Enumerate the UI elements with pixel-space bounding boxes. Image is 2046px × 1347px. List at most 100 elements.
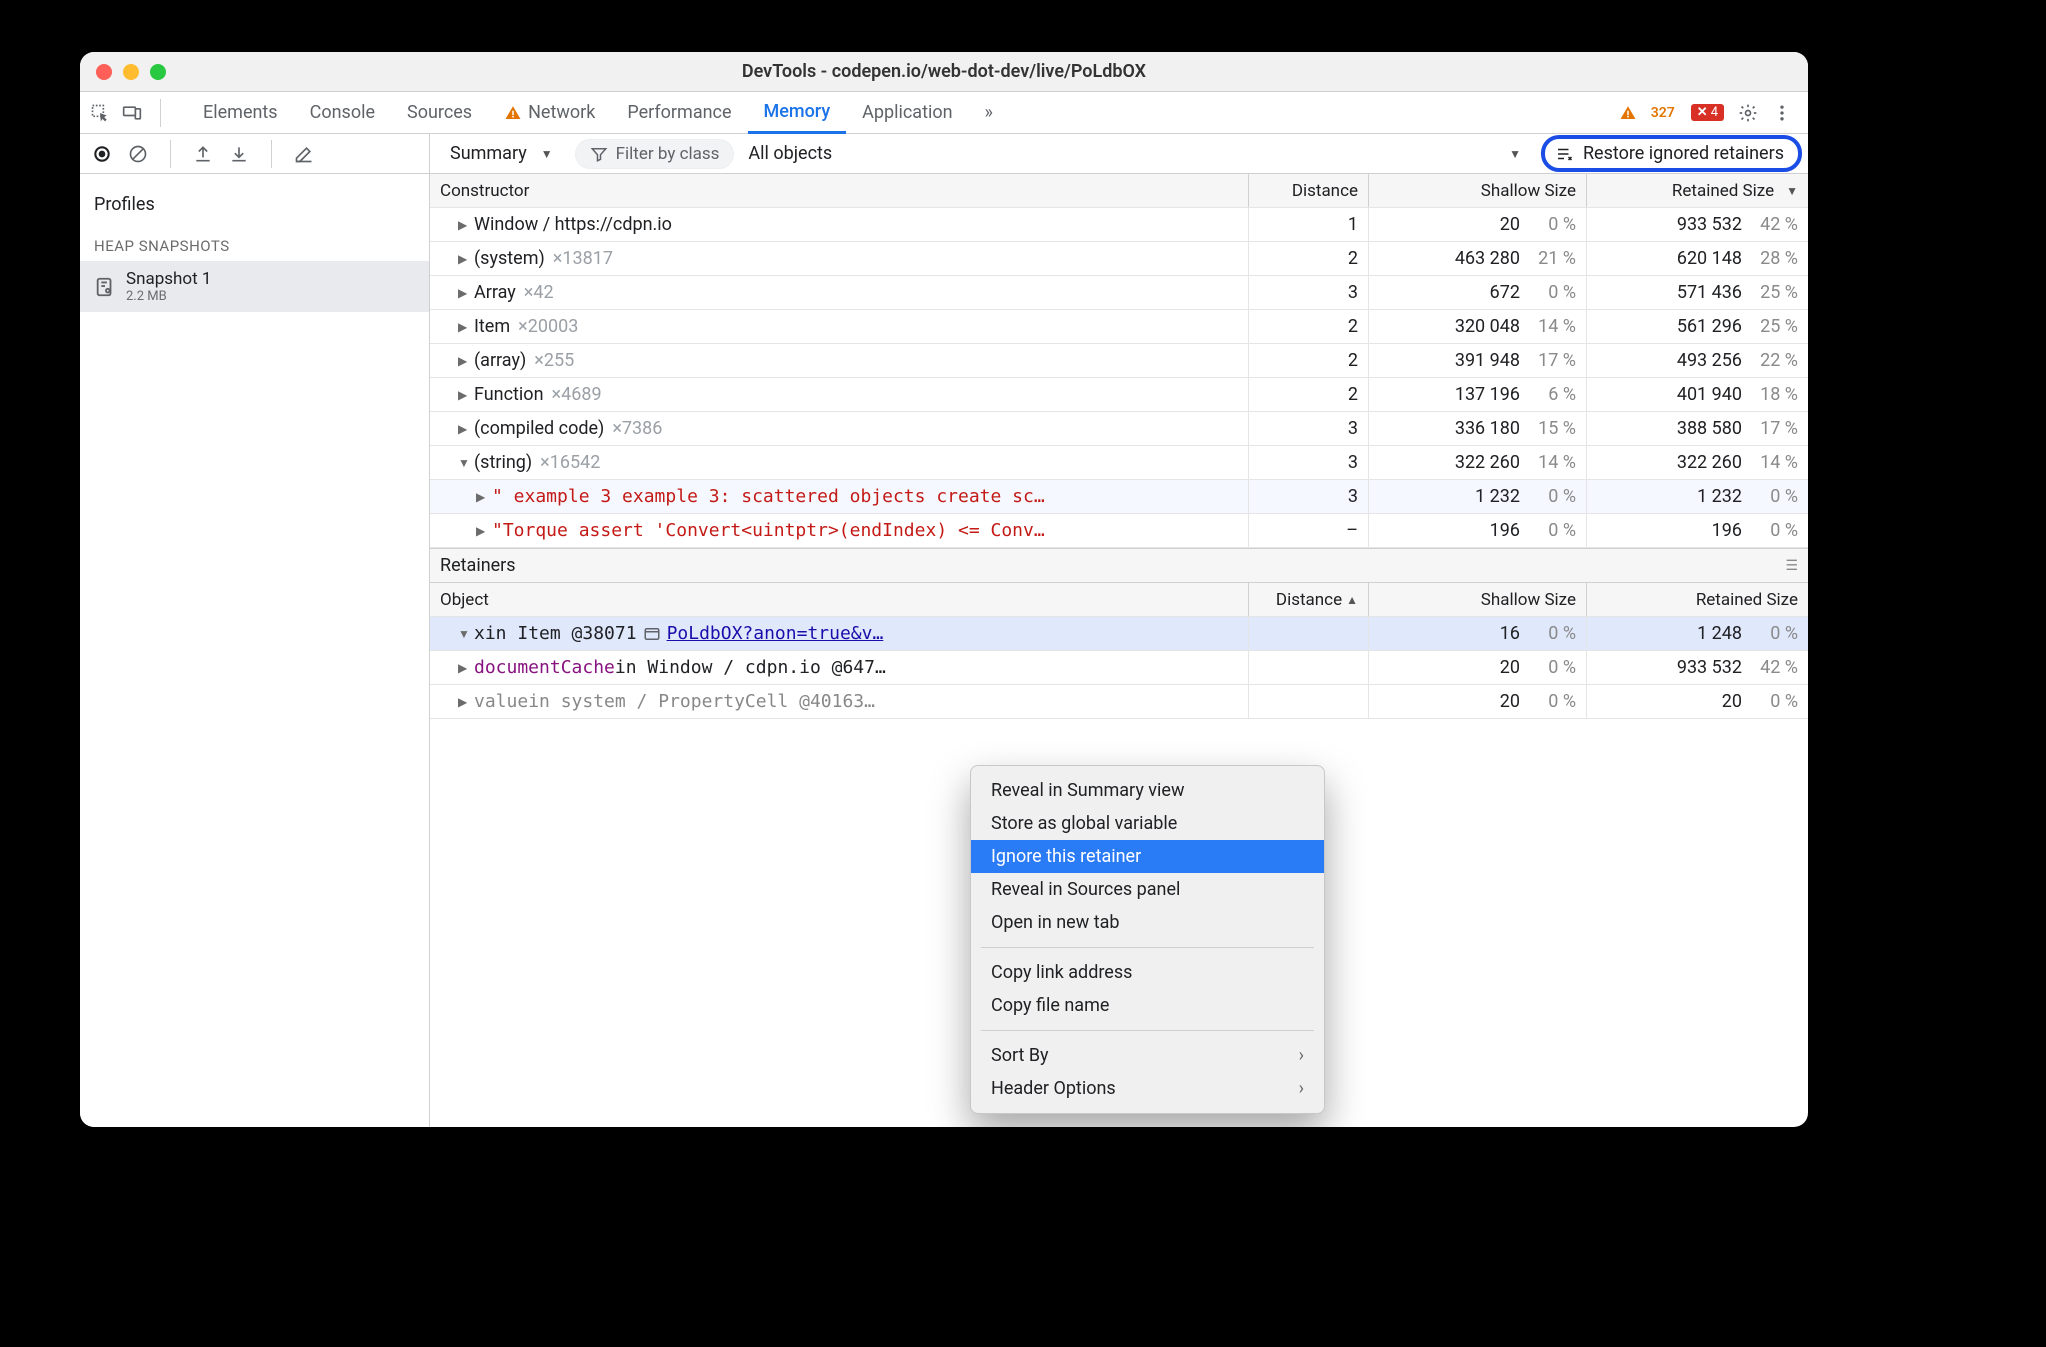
warning-count[interactable]: 327 [1651,105,1675,121]
memory-toolbar: Summary ▼ Filter by class All objects ▼ … [80,134,1808,174]
retainers-section-header[interactable]: Retainers ☰ [430,548,1808,583]
sort-desc-icon: ▼ [1786,184,1798,198]
profiles-sidebar: Profiles HEAP SNAPSHOTS Snapshot 1 2.2 M… [80,174,430,1127]
tab-sources[interactable]: Sources [391,92,488,133]
table-row[interactable]: ▶Array×4236720 %571 43625 % [430,276,1808,310]
snapshot-name: Snapshot 1 [126,269,211,289]
view-select[interactable]: Summary ▼ [442,139,561,168]
titlebar[interactable]: DevTools - codepen.io/web-dot-dev/live/P… [80,52,1808,92]
more-tabs-button[interactable]: » [969,92,1009,133]
chevron-down-icon: ▼ [541,147,553,161]
error-x-icon: ✕ [1697,105,1708,120]
col-shallow[interactable]: Shallow Size [1368,583,1586,616]
kebab-menu-icon[interactable] [1772,103,1792,123]
table-row[interactable]: ▼x in Item @38071 PoLdbOX?anon=true&v…16… [430,617,1808,651]
disclosure-icon[interactable]: ▶ [458,661,468,675]
tab-network[interactable]: Network [488,92,611,133]
warning-icon [504,104,522,122]
chevron-down-icon: ▼ [1509,147,1521,161]
delete-icon[interactable] [294,144,314,164]
disclosure-icon[interactable]: ▶ [458,354,468,368]
disclosure-icon[interactable]: ▶ [458,286,468,300]
object-filter-select[interactable]: All objects [748,143,832,164]
menu-item[interactable]: Store as global variable [971,807,1324,840]
restore-ignored-retainers-button[interactable]: Restore ignored retainers [1541,135,1802,172]
table-row[interactable]: ▶Window / https://cdpn.io1200 %933 53242… [430,208,1808,242]
tab-memory[interactable]: Memory [748,92,847,134]
menu-item[interactable]: Ignore this retainer [971,840,1324,873]
tab-elements[interactable]: Elements [187,92,294,133]
disclosure-icon[interactable]: ▼ [458,627,468,641]
chevron-right-icon: › [1299,1078,1304,1099]
col-retained[interactable]: Retained Size ▼ [1586,174,1808,207]
tab-console[interactable]: Console [294,92,391,133]
maximize-window-button[interactable] [150,64,166,80]
download-icon[interactable] [229,144,249,164]
disclosure-icon[interactable]: ▶ [458,695,468,709]
tab-performance[interactable]: Performance [611,92,747,133]
menu-item[interactable]: Copy link address [971,956,1324,989]
menu-separator [981,1030,1314,1031]
menu-item[interactable]: Sort By› [971,1039,1324,1072]
disclosure-icon[interactable]: ▶ [458,320,468,334]
devtools-window: DevTools - codepen.io/web-dot-dev/live/P… [80,52,1808,1127]
table-row[interactable]: ▶(array)×2552391 94817 %493 25622 % [430,344,1808,378]
disclosure-icon[interactable]: ▶ [476,524,486,538]
filter-icon [590,145,608,163]
menu-separator [981,947,1314,948]
table-row[interactable]: ▶documentCache in Window / cdpn.io @647…… [430,651,1808,685]
menu-item[interactable]: Header Options› [971,1072,1324,1105]
disclosure-icon[interactable]: ▶ [458,252,468,266]
disclosure-icon[interactable]: ▼ [458,456,468,470]
col-retained[interactable]: Retained Size [1586,583,1808,616]
table-row[interactable]: ▶Function×46892137 1966 %401 94018 % [430,378,1808,412]
table-row[interactable]: ▶(compiled code)×73863336 18015 %388 580… [430,412,1808,446]
snapshot-size: 2.2 MB [126,289,211,304]
warning-icon[interactable] [1619,104,1637,122]
table-row[interactable]: ▼(string)×165423322 26014 %322 26014 % [430,446,1808,480]
menu-item[interactable]: Copy file name [971,989,1324,1022]
menu-item[interactable]: Reveal in Sources panel [971,873,1324,906]
disclosure-icon[interactable]: ▶ [458,422,468,436]
right-status: 327 ✕ 4 [1619,92,1798,133]
table-row[interactable]: ▶Item×200032320 04814 %561 29625 % [430,310,1808,344]
close-window-button[interactable] [96,64,112,80]
table-row[interactable]: ▶" example 3 example 3: scattered object… [430,480,1808,514]
minimize-window-button[interactable] [123,64,139,80]
error-badge[interactable]: ✕ 4 [1691,104,1724,121]
col-distance[interactable]: Distance [1248,174,1368,207]
source-link[interactable]: PoLdbOX?anon=true&v… [667,623,884,644]
window-controls [96,64,166,80]
menu-item[interactable]: Open in new tab [971,906,1324,939]
gear-icon[interactable] [1738,103,1758,123]
hamburger-icon[interactable]: ☰ [1785,558,1798,574]
clear-icon[interactable] [128,144,148,164]
upload-icon[interactable] [193,144,213,164]
col-shallow[interactable]: Shallow Size [1368,174,1586,207]
snapshot-icon [94,276,116,298]
heap-snapshots-heading: HEAP SNAPSHOTS [80,225,429,261]
filter-input[interactable]: Filter by class [575,139,735,169]
menu-item[interactable]: Reveal in Summary view [971,774,1324,807]
snapshot-item[interactable]: Snapshot 1 2.2 MB [80,261,429,312]
context-menu[interactable]: Reveal in Summary viewStore as global va… [970,765,1325,1114]
col-constructor[interactable]: Constructor [430,174,1248,207]
col-distance[interactable]: Distance ▲ [1248,583,1368,616]
restore-icon [1555,145,1573,163]
retainers-header-row: Object Distance ▲ Shallow Size Retained … [430,583,1808,617]
device-toolbar-icon[interactable] [122,103,142,123]
record-icon[interactable] [92,144,112,164]
disclosure-icon[interactable]: ▶ [458,388,468,402]
disclosure-icon[interactable]: ▶ [476,490,486,504]
inspect-element-icon[interactable] [90,103,110,123]
table-row[interactable]: ▶(system)×138172463 28021 %620 14828 % [430,242,1808,276]
table-row[interactable]: ▶"Torque assert 'Convert<uintptr>(endInd… [430,514,1808,548]
disclosure-icon[interactable]: ▶ [458,218,468,232]
col-object[interactable]: Object [430,583,1248,616]
main-tabstrip: ElementsConsoleSourcesNetworkPerformance… [80,92,1808,134]
sort-asc-icon: ▲ [1346,593,1358,607]
panel-icon [643,625,661,643]
profiles-heading: Profiles [80,184,429,225]
table-row[interactable]: ▶value in system / PropertyCell @40163…2… [430,685,1808,719]
tab-application[interactable]: Application [846,92,968,133]
